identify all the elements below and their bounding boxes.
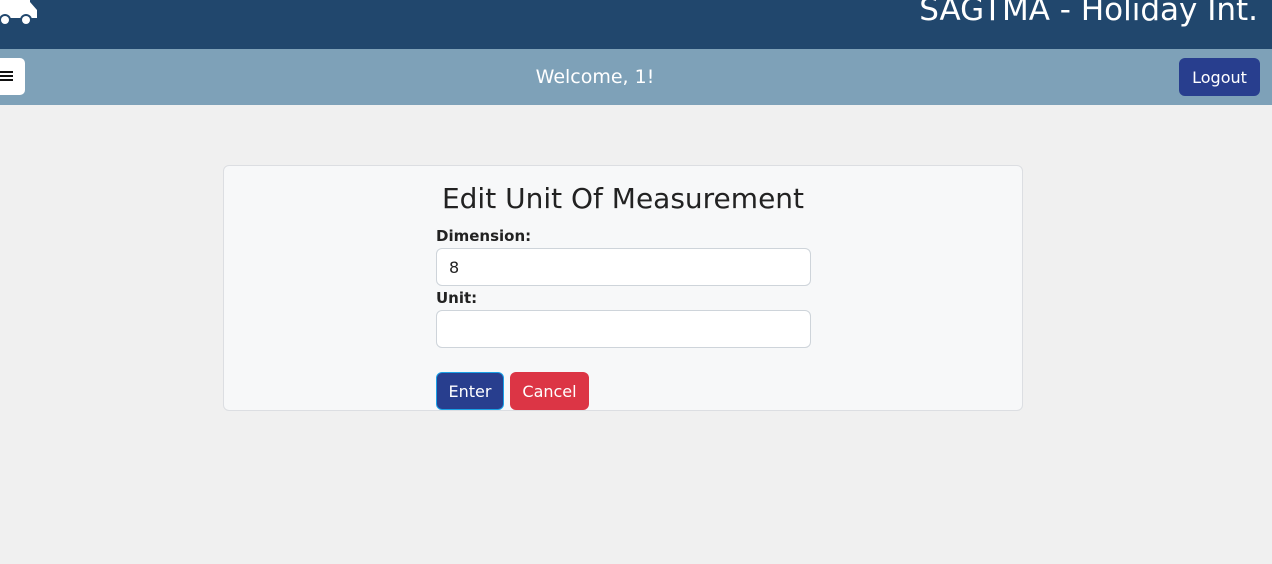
welcome-message: Welcome, 1! (535, 66, 655, 88)
logout-button[interactable]: Logout (1179, 58, 1260, 96)
cancel-button[interactable]: Cancel (510, 372, 589, 410)
dimension-input[interactable] (436, 248, 811, 286)
dimension-label: Dimension: (436, 227, 532, 245)
top-navbar: Welcome, 1! Logout (0, 49, 1272, 105)
enter-button[interactable]: Enter (436, 372, 504, 410)
truck-icon (0, 0, 40, 34)
unit-input[interactable] (436, 310, 811, 348)
form-title: Edit Unit Of Measurement (441, 182, 805, 215)
edit-unit-form-card: Edit Unit Of Measurement Dimension: Unit… (223, 165, 1023, 411)
app-title: SAGTMA - Holiday Int. (919, 0, 1258, 28)
app-header: SAGTMA - Holiday Int. (0, 0, 1272, 49)
unit-label: Unit: (436, 289, 478, 307)
